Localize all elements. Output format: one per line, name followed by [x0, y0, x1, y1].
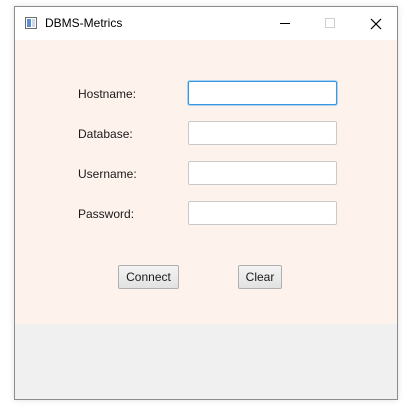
password-label: Password:	[78, 207, 135, 221]
minimize-button[interactable]	[261, 7, 307, 40]
database-label: Database:	[78, 127, 133, 141]
username-input[interactable]	[188, 161, 337, 185]
app-window: DBMS-Metrics Hostname: Database: Usernam…	[14, 6, 398, 400]
database-input[interactable]	[188, 121, 337, 145]
username-label: Username:	[78, 167, 137, 181]
hostname-label: Hostname:	[78, 87, 137, 101]
maximize-button[interactable]	[307, 7, 353, 40]
window-title: DBMS-Metrics	[45, 16, 123, 30]
close-icon	[370, 18, 382, 30]
hostname-input[interactable]	[188, 81, 337, 105]
title-bar[interactable]: DBMS-Metrics	[15, 7, 397, 40]
connection-form: Hostname: Database: Username: Password: …	[15, 40, 397, 324]
connect-button[interactable]: Connect	[118, 265, 179, 289]
maximize-icon	[325, 18, 335, 28]
app-window-icon	[25, 17, 37, 29]
close-button[interactable]	[353, 7, 399, 40]
minimize-icon	[280, 23, 290, 24]
clear-button[interactable]: Clear	[238, 265, 282, 289]
password-input[interactable]	[188, 201, 337, 225]
